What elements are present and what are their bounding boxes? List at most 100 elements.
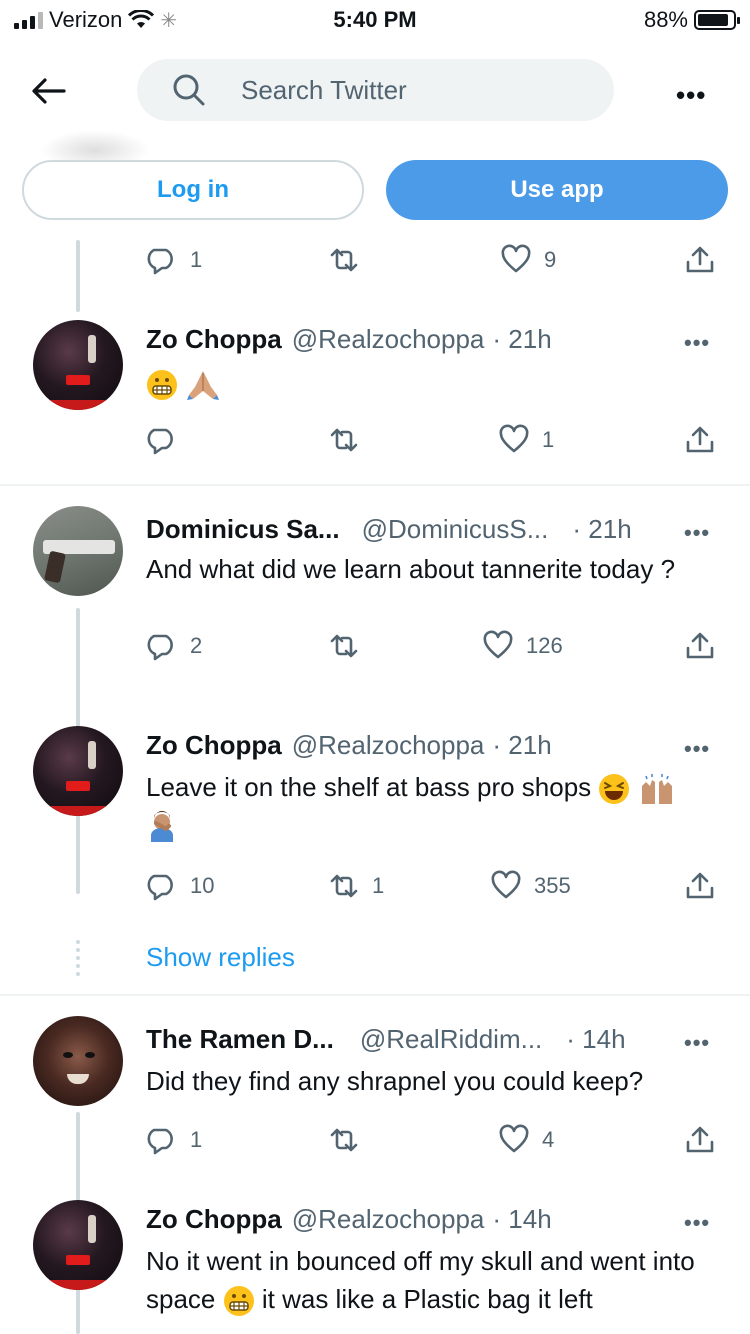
battery-group: 88% xyxy=(643,7,740,33)
tweet-time[interactable]: · 14h xyxy=(492,1204,551,1235)
reply-icon xyxy=(147,874,173,901)
tweet-actions: 2 126 xyxy=(146,630,716,670)
heart-icon xyxy=(499,424,529,453)
display-name[interactable]: Dominicus Sa... xyxy=(146,514,340,545)
reply-icon xyxy=(147,634,173,661)
facepalm-emoji-icon xyxy=(151,811,173,843)
avatar[interactable] xyxy=(33,726,123,816)
retweet-icon xyxy=(330,1128,358,1152)
avatar[interactable] xyxy=(33,1200,123,1290)
thread-line xyxy=(76,240,80,312)
tweet-more-icon[interactable]: ••• xyxy=(684,330,710,356)
reply-button[interactable] xyxy=(146,424,190,456)
retweet-icon xyxy=(330,428,358,452)
reply-button[interactable]: 2 xyxy=(146,630,202,662)
tweet-time[interactable]: · 14h xyxy=(566,1024,625,1055)
like-button[interactable]: 126 xyxy=(482,630,563,662)
tweet-time[interactable]: · 21h xyxy=(572,514,631,545)
tweet-time[interactable]: · 21h xyxy=(492,730,551,761)
battery-percent: 88% xyxy=(643,7,688,32)
avatar[interactable] xyxy=(33,506,123,596)
share-icon xyxy=(686,632,714,659)
top-header: ••• Log in Use app xyxy=(0,40,750,240)
like-button[interactable]: 9 xyxy=(500,244,556,276)
battery-icon xyxy=(694,10,740,30)
retweet-button[interactable] xyxy=(328,1124,372,1156)
status-bar: Verizon ✳ 5:40 PM 88% xyxy=(0,0,750,40)
divider xyxy=(0,484,750,486)
share-button[interactable] xyxy=(684,870,716,902)
like-button[interactable]: 1 xyxy=(498,424,554,456)
user-handle[interactable]: @DominicusS... xyxy=(362,514,549,545)
use-app-button[interactable]: Use app xyxy=(386,160,728,220)
like-button[interactable]: 355 xyxy=(490,870,571,902)
retweet-icon xyxy=(330,874,358,898)
share-icon xyxy=(686,1126,714,1153)
heart-icon xyxy=(501,244,531,273)
tweet-actions: 1 9 xyxy=(146,244,716,284)
user-handle[interactable]: @RealRiddim... xyxy=(360,1024,542,1055)
back-arrow-icon[interactable] xyxy=(30,76,66,106)
thread-line xyxy=(76,1112,80,1202)
thread-line xyxy=(76,1288,80,1334)
tweet-time[interactable]: · 21h xyxy=(492,324,551,355)
tweet-more-icon[interactable]: ••• xyxy=(684,1030,710,1056)
retweet-button[interactable]: 1 xyxy=(328,870,384,902)
retweet-button[interactable] xyxy=(328,630,372,662)
tweet-more-icon[interactable]: ••• xyxy=(684,736,710,762)
tweet-text: And what did we learn about tannerite to… xyxy=(146,554,676,584)
like-count: 9 xyxy=(544,247,557,272)
tweet-more-icon[interactable]: ••• xyxy=(684,520,710,546)
show-replies-link[interactable]: Show replies xyxy=(146,942,295,973)
share-icon xyxy=(686,872,714,899)
search-bar[interactable] xyxy=(137,59,614,121)
like-count: 4 xyxy=(542,1127,555,1152)
heart-icon xyxy=(499,1124,529,1153)
tweet-actions: 1 4 xyxy=(146,1124,716,1164)
user-handle[interactable]: @Realzochoppa xyxy=(292,1204,485,1235)
share-button[interactable] xyxy=(684,1124,716,1156)
login-button[interactable]: Log in xyxy=(22,160,364,220)
reply-button[interactable]: 1 xyxy=(146,244,202,276)
reply-count: 1 xyxy=(190,247,203,272)
reply-button[interactable]: 10 xyxy=(146,870,214,902)
display-name[interactable]: Zo Choppa xyxy=(146,730,282,761)
overflow-menu-icon[interactable]: ••• xyxy=(676,80,706,111)
tweet-actions: 1 xyxy=(146,424,716,464)
retweet-button[interactable] xyxy=(328,424,372,456)
share-button[interactable] xyxy=(684,244,716,276)
user-handle[interactable]: @Realzochoppa xyxy=(292,730,485,761)
search-input[interactable] xyxy=(241,74,561,106)
thread-dotted-line xyxy=(76,940,80,976)
praying-hands-emoji-icon xyxy=(187,371,220,401)
share-icon xyxy=(686,426,714,453)
grimacing-emoji-icon xyxy=(223,1286,254,1317)
user-handle[interactable]: @Realzochoppa xyxy=(292,324,485,355)
display-name[interactable]: Zo Choppa xyxy=(146,324,282,355)
retweet-icon xyxy=(330,634,358,658)
retweet-button[interactable] xyxy=(328,244,372,276)
share-button[interactable] xyxy=(684,424,716,456)
divider xyxy=(0,994,750,996)
tweet-text-content: Leave it on the shelf at bass pro shops xyxy=(146,772,592,802)
avatar[interactable] xyxy=(33,1016,123,1106)
tweet-actions: 10 1 355 xyxy=(146,870,716,910)
clock: 5:40 PM xyxy=(333,7,417,32)
tweet-more-icon[interactable]: ••• xyxy=(684,1210,710,1236)
tweet-text: Leave it on the shelf at bass pro shops xyxy=(146,768,726,844)
share-button[interactable] xyxy=(684,630,716,662)
reply-icon xyxy=(147,248,173,275)
reply-count: 1 xyxy=(190,1127,203,1152)
reply-count: 2 xyxy=(190,633,203,658)
laughing-emoji-icon xyxy=(599,774,630,805)
tweet-text xyxy=(146,364,726,402)
tweet-text: No it went in bounced off my skull and w… xyxy=(146,1242,726,1318)
reply-button[interactable]: 1 xyxy=(146,1124,202,1156)
display-name[interactable]: Zo Choppa xyxy=(146,1204,282,1235)
like-button[interactable]: 4 xyxy=(498,1124,554,1156)
grimacing-emoji-icon xyxy=(147,370,177,401)
display-name[interactable]: The Ramen D... xyxy=(146,1024,334,1055)
like-count: 355 xyxy=(534,873,571,898)
avatar[interactable] xyxy=(33,320,123,410)
heart-icon xyxy=(483,630,513,659)
